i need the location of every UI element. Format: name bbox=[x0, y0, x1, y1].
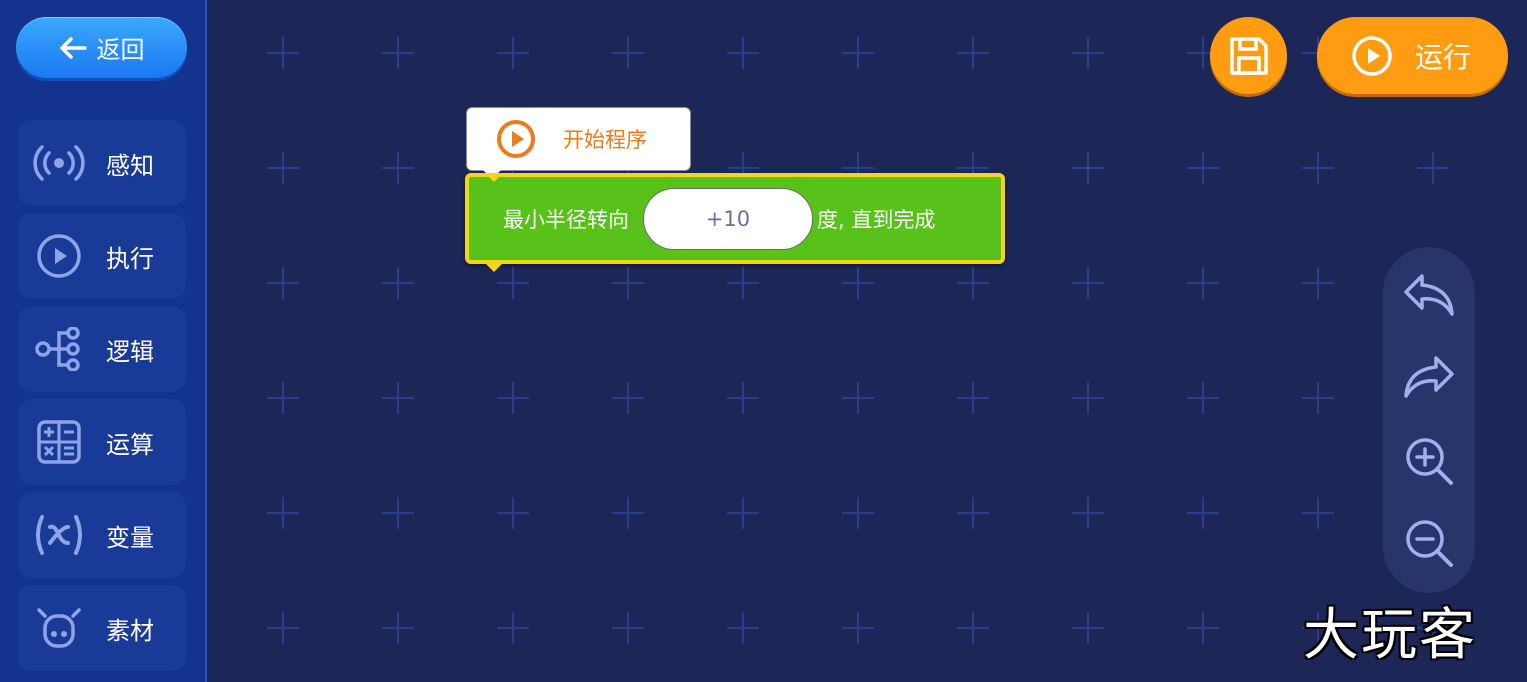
block-connector bbox=[485, 173, 503, 182]
category-label: 变量 bbox=[106, 523, 154, 552]
grid-cross bbox=[612, 497, 644, 529]
block-connector bbox=[485, 263, 503, 272]
grid-cross bbox=[957, 267, 989, 299]
block-workspace[interactable] bbox=[209, 0, 1527, 682]
grid-cross bbox=[957, 382, 989, 414]
grid-cross bbox=[1187, 497, 1219, 529]
grid-cross bbox=[267, 152, 299, 184]
grid-cross bbox=[1072, 382, 1104, 414]
watermark-logo: 大玩客 bbox=[1303, 603, 1477, 668]
grid-cross bbox=[1417, 152, 1449, 184]
category-operators[interactable]: 运算 bbox=[18, 399, 186, 485]
grid-cross bbox=[1072, 497, 1104, 529]
grid-cross bbox=[957, 497, 989, 529]
grid-cross bbox=[612, 267, 644, 299]
redo-button[interactable] bbox=[1399, 347, 1459, 407]
grid-cross bbox=[957, 37, 989, 69]
logic-tree-icon bbox=[30, 320, 88, 378]
category-label: 素材 bbox=[106, 616, 154, 645]
grid-cross bbox=[1072, 152, 1104, 184]
zoom-in-button[interactable] bbox=[1399, 431, 1459, 491]
grid-cross bbox=[612, 612, 644, 644]
grid-cross bbox=[727, 382, 759, 414]
grid-cross bbox=[1072, 37, 1104, 69]
save-button[interactable] bbox=[1210, 17, 1287, 94]
category-execute[interactable]: 执行 bbox=[18, 213, 186, 299]
grid-cross bbox=[1302, 152, 1334, 184]
back-button[interactable]: 返回 bbox=[16, 17, 187, 78]
robot-face-icon bbox=[30, 599, 88, 657]
zoom-in-icon bbox=[1406, 438, 1453, 485]
category-label: 执行 bbox=[106, 244, 154, 273]
turn-min-radius-block[interactable]: 最小半径转向 +10 度, 直到完成 bbox=[465, 173, 1005, 272]
grid-cross bbox=[842, 37, 874, 69]
grid-cross bbox=[1187, 382, 1219, 414]
degree-value-input[interactable]: +10 bbox=[643, 187, 813, 250]
back-label: 返回 bbox=[96, 36, 145, 64]
grid-cross bbox=[497, 37, 529, 69]
play-circle-icon bbox=[495, 118, 537, 160]
grid-cross bbox=[382, 497, 414, 529]
grid-cross bbox=[267, 612, 299, 644]
category-logic[interactable]: 逻辑 bbox=[18, 306, 186, 392]
start-program-block[interactable]: 开始程序 bbox=[466, 107, 691, 179]
grid-cross bbox=[497, 382, 529, 414]
category-label: 逻辑 bbox=[106, 337, 154, 366]
grid-cross bbox=[382, 267, 414, 299]
grid-cross bbox=[382, 382, 414, 414]
grid-cross bbox=[1187, 152, 1219, 184]
grid-cross bbox=[842, 497, 874, 529]
redo-icon bbox=[1404, 356, 1454, 398]
category-label: 运算 bbox=[106, 430, 154, 459]
grid-cross bbox=[727, 267, 759, 299]
grid-cross bbox=[1072, 612, 1104, 644]
grid-cross bbox=[842, 382, 874, 414]
grid-cross bbox=[727, 612, 759, 644]
grid-cross bbox=[1187, 267, 1219, 299]
grid-cross bbox=[842, 267, 874, 299]
floppy-disk-icon bbox=[1229, 36, 1268, 75]
zoom-out-icon bbox=[1406, 520, 1453, 567]
grid-cross bbox=[382, 152, 414, 184]
play-circle-icon bbox=[1351, 35, 1393, 77]
start-block-label: 开始程序 bbox=[563, 128, 647, 152]
run-button[interactable]: 运行 bbox=[1317, 17, 1508, 94]
calculator-icon bbox=[30, 413, 88, 471]
grid-cross bbox=[267, 382, 299, 414]
grid-cross bbox=[1072, 267, 1104, 299]
grid-cross bbox=[1187, 612, 1219, 644]
grid-cross bbox=[1302, 497, 1334, 529]
grid-cross bbox=[842, 612, 874, 644]
grid-cross bbox=[267, 267, 299, 299]
grid-cross bbox=[497, 497, 529, 529]
grid-cross bbox=[382, 37, 414, 69]
grid-cross bbox=[1302, 267, 1334, 299]
grid-cross bbox=[267, 497, 299, 529]
grid-cross bbox=[382, 612, 414, 644]
block-suffix-text: 度, 直到完成 bbox=[817, 207, 936, 232]
zoom-out-button[interactable] bbox=[1399, 513, 1459, 573]
category-sidebar: 返回 感知 执行 逻辑 运算 变量 素材 bbox=[0, 0, 207, 682]
block-prefix-text: 最小半径转向 bbox=[503, 207, 629, 232]
workspace-tools-panel bbox=[1383, 247, 1475, 593]
category-assets[interactable]: 素材 bbox=[18, 585, 186, 671]
category-variables[interactable]: 变量 bbox=[18, 492, 186, 578]
grid-cross bbox=[727, 497, 759, 529]
broadcast-icon bbox=[30, 134, 88, 192]
play-circle-icon bbox=[30, 227, 88, 285]
category-perception[interactable]: 感知 bbox=[18, 120, 186, 206]
grid-cross bbox=[267, 37, 299, 69]
grid-cross bbox=[497, 612, 529, 644]
run-label: 运行 bbox=[1415, 40, 1472, 74]
grid-cross bbox=[727, 37, 759, 69]
arrow-left-icon bbox=[59, 36, 87, 59]
grid-cross bbox=[612, 37, 644, 69]
undo-icon bbox=[1404, 274, 1454, 316]
undo-button[interactable] bbox=[1399, 265, 1459, 325]
grid-cross bbox=[612, 382, 644, 414]
variable-x-icon bbox=[30, 506, 88, 564]
grid-cross bbox=[957, 612, 989, 644]
grid-cross bbox=[1302, 382, 1334, 414]
category-label: 感知 bbox=[106, 151, 154, 180]
